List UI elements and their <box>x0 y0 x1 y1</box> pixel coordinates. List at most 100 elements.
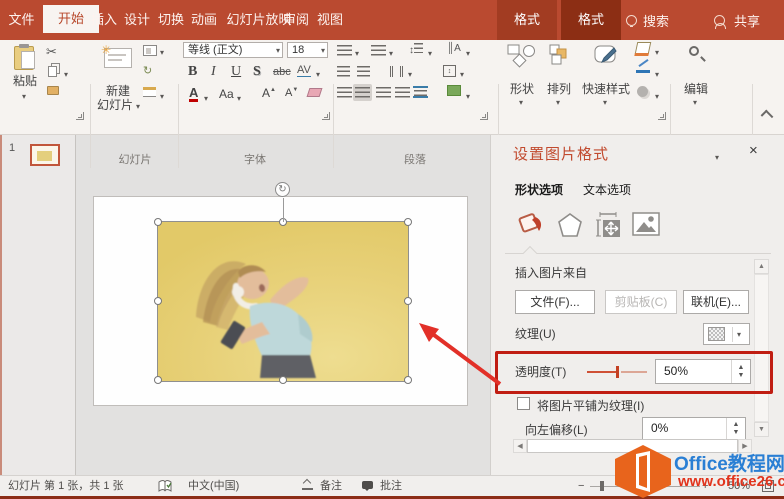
tab-view[interactable]: 视图 <box>306 0 354 40</box>
shape-effects-button[interactable] <box>637 86 648 97</box>
panel-menu-arrow[interactable] <box>715 147 719 165</box>
strikethrough-button[interactable]: abc <box>273 66 291 78</box>
numbering-button[interactable] <box>371 45 386 56</box>
grow-font-button[interactable]: A▲ <box>262 86 276 100</box>
resize-handle-top-left[interactable] <box>154 218 162 226</box>
transparency-spinner[interactable]: 50% ▲▼ <box>655 359 751 384</box>
cut-button[interactable]: ✂ <box>46 44 57 60</box>
comments-toggle[interactable]: 批注 <box>380 476 402 496</box>
transparency-spin-arrows[interactable]: ▲▼ <box>731 360 750 383</box>
resize-handle-bottom-left[interactable] <box>154 376 162 384</box>
justify-button[interactable] <box>395 87 410 98</box>
picture-options-icon[interactable] <box>632 212 660 237</box>
character-spacing-button[interactable]: AV <box>297 64 311 77</box>
panel-tab-text-options[interactable]: 文本选项 <box>583 181 631 198</box>
texture-dropdown-button[interactable] <box>703 323 750 345</box>
size-properties-icon[interactable] <box>594 211 622 239</box>
offset-left-spin-arrows[interactable]: ▲▼ <box>726 418 745 439</box>
clipboard-dialog-launcher[interactable] <box>76 112 84 120</box>
panel-scroll-up-button[interactable]: ▲ <box>754 259 769 274</box>
transparency-slider-track-right[interactable] <box>621 371 647 373</box>
resize-handle-bottom-right[interactable] <box>404 376 412 384</box>
font-size-arrow[interactable] <box>321 43 325 58</box>
resize-handle-middle-left[interactable] <box>154 297 162 305</box>
slide-thumbnail-selected[interactable] <box>30 144 60 166</box>
zoom-out-button[interactable]: − <box>578 476 584 496</box>
section-button[interactable] <box>143 87 156 97</box>
editing-button[interactable]: 编辑 <box>676 42 716 100</box>
panel-scrollbar-track[interactable] <box>754 274 769 422</box>
distribute-button[interactable] <box>413 86 428 98</box>
copy-dropdown-arrow[interactable] <box>64 64 68 82</box>
paste-button[interactable]: 粘贴 <box>8 44 42 96</box>
reset-slide-button[interactable]: ↻ <box>143 64 152 77</box>
resize-handle-middle-right[interactable] <box>404 297 412 305</box>
font-color-button[interactable]: A <box>189 86 198 102</box>
text-shadow-button[interactable]: S <box>253 64 261 80</box>
offset-left-spinner[interactable]: 0% ▲▼ <box>642 417 746 440</box>
font-name-arrow[interactable] <box>276 43 280 58</box>
shape-outline-button[interactable] <box>636 64 650 73</box>
paragraph-dialog-launcher[interactable] <box>480 112 488 120</box>
bold-button[interactable]: B <box>188 64 197 80</box>
increase-indent-button[interactable] <box>357 66 370 77</box>
tab-file[interactable]: 文件 <box>0 0 43 40</box>
change-case-button[interactable]: Aa <box>219 87 234 101</box>
panel-close-icon[interactable]: × <box>749 142 758 159</box>
convert-smartart-button[interactable] <box>447 85 461 96</box>
insert-from-file-button[interactable]: 文件(F)... <box>515 290 595 314</box>
zoom-slider-track[interactable] <box>590 486 700 487</box>
notes-toggle[interactable]: 备注 <box>320 476 342 496</box>
language-indicator[interactable]: 中文(中国) <box>188 476 239 496</box>
fit-slide-to-window-button[interactable] <box>762 480 774 492</box>
zoom-percentage[interactable]: 50% <box>728 476 750 496</box>
resize-handle-bottom-center[interactable] <box>279 376 287 384</box>
clear-formatting-eraser-icon[interactable] <box>307 88 323 97</box>
rotate-handle[interactable]: ↻ <box>275 182 290 197</box>
tell-me-search[interactable]: 搜索 <box>626 0 669 40</box>
format-painter-icon[interactable] <box>47 86 59 95</box>
fill-bucket-icon-selected[interactable] <box>517 211 547 238</box>
panel-scroll-left-button[interactable]: ◀ <box>513 439 527 453</box>
selected-picture[interactable] <box>158 222 408 381</box>
share-button[interactable]: 共享 <box>714 0 760 40</box>
insert-from-online-button[interactable]: 联机(E)... <box>683 290 749 314</box>
shape-fill-button[interactable] <box>635 42 652 54</box>
slide-layout-button[interactable] <box>143 45 157 56</box>
align-left-button[interactable] <box>337 87 352 98</box>
panel-tab-shape-options[interactable]: 形状选项 <box>515 181 563 198</box>
font-dialog-launcher[interactable] <box>322 112 330 120</box>
decrease-indent-button[interactable] <box>337 66 350 77</box>
tab-format-drawing-tools[interactable]: 格式 <box>497 0 557 40</box>
transparency-slider-track-left[interactable] <box>587 371 617 373</box>
columns-button[interactable] <box>390 66 403 77</box>
text-direction-button[interactable]: ║A <box>447 43 461 54</box>
tile-as-texture-checkbox[interactable] <box>517 397 530 410</box>
shapes-button[interactable]: 形状 <box>504 42 540 100</box>
font-name-combo[interactable]: 等线 (正文) <box>183 42 283 58</box>
zoom-in-button[interactable]: + <box>702 476 708 496</box>
bullets-button[interactable] <box>337 45 352 56</box>
spellcheck-icon[interactable] <box>158 480 172 493</box>
underline-button[interactable]: U <box>231 64 241 80</box>
align-center-button-selected[interactable] <box>353 84 372 101</box>
panel-scroll-right-button[interactable]: ▶ <box>738 439 752 453</box>
resize-handle-top-right[interactable] <box>404 218 412 226</box>
panel-hscrollbar-track[interactable] <box>527 439 738 453</box>
font-size-combo[interactable]: 18 <box>287 42 328 58</box>
effects-pentagon-icon[interactable] <box>557 212 583 238</box>
zoom-slider-handle[interactable] <box>600 481 604 491</box>
shrink-font-button[interactable]: A▼ <box>285 87 298 99</box>
panel-scroll-down-button[interactable]: ▼ <box>754 422 769 437</box>
arrange-button[interactable]: 排列 <box>541 42 577 100</box>
quick-styles-button[interactable]: 快速样式 <box>578 42 634 100</box>
copy-button[interactable] <box>48 66 57 77</box>
new-slide-button[interactable]: ✳ 新建 幻灯片 <box>96 44 140 108</box>
drawing-dialog-launcher[interactable] <box>658 112 666 120</box>
tab-format-picture-tools-active[interactable]: 格式 <box>561 0 621 40</box>
collapse-ribbon-chevron[interactable] <box>761 110 774 123</box>
align-text-button[interactable]: ↕ <box>443 65 456 77</box>
italic-button[interactable]: I <box>211 64 216 80</box>
line-spacing-button[interactable]: ↕ <box>409 43 423 56</box>
align-right-button[interactable] <box>376 87 391 98</box>
